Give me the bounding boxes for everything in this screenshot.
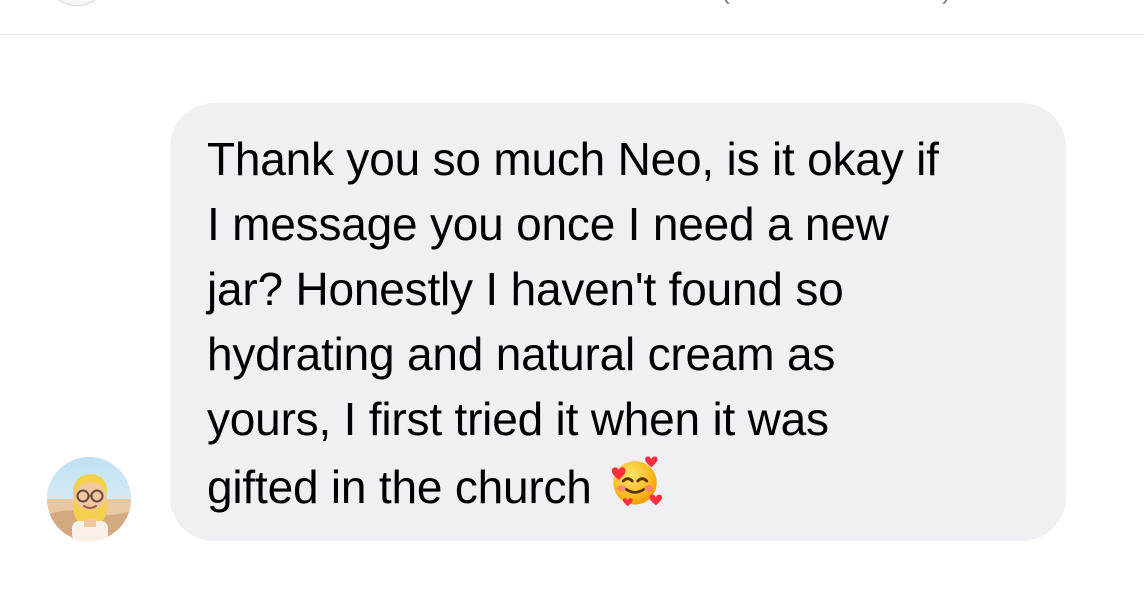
message-line-3: jar? Honestly I haven't found so xyxy=(207,263,844,315)
incoming-message-bubble[interactable]: Thank you so much Neo, is it okay if I m… xyxy=(170,103,1066,541)
header-left-parenthesis: ( xyxy=(720,0,730,4)
smiling-face-with-hearts-icon xyxy=(611,456,662,507)
message-line-2: I message you once I need a new xyxy=(207,198,889,250)
message-line-6-text: gifted in the church xyxy=(207,461,592,513)
header-right-parenthesis: ) xyxy=(942,0,952,4)
message-line-4: hydrating and natural cream as xyxy=(207,328,836,380)
message-line-5: yours, I first tried it when it was xyxy=(207,393,829,445)
conversation-header: ( ) xyxy=(0,0,1144,35)
contact-avatar-icon[interactable] xyxy=(48,0,106,6)
chat-thread[interactable]: Thank you so much Neo, is it okay if I m… xyxy=(0,35,1144,611)
message-line-1: Thank you so much Neo, is it okay if xyxy=(207,133,939,185)
message-line-6: gifted in the church xyxy=(207,452,1030,520)
sender-avatar-icon[interactable] xyxy=(47,457,131,541)
